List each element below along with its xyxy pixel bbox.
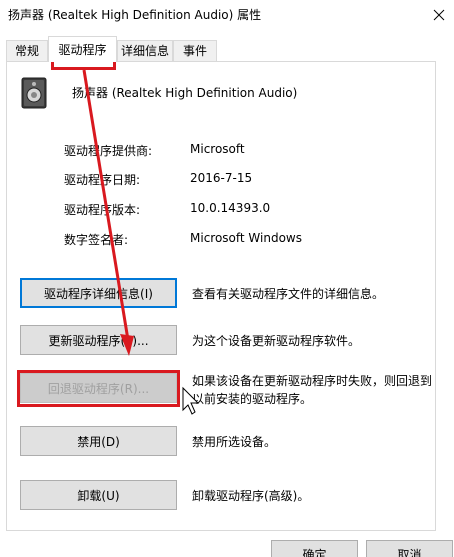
cancel-button[interactable]: 取消 [366,540,453,557]
window-title: 扬声器 (Realtek High Definition Audio) 属性 [8,8,262,22]
tab-driver[interactable]: 驱动程序 [48,36,117,62]
close-icon [433,9,445,21]
close-button[interactable] [424,0,454,30]
ok-button[interactable]: 确定 [271,540,358,557]
signer-label: 数字签名者: [64,233,129,247]
date-value: 2016-7-15 [190,171,253,185]
speaker-icon [20,77,48,109]
provider-value: Microsoft [190,142,245,156]
signer-value: Microsoft Windows [190,231,302,245]
uninstall-driver-desc: 卸载驱动程序(高级)。 [192,489,310,503]
driver-details-desc: 查看有关驱动程序文件的详细信息。 [192,287,385,301]
title-bar: 扬声器 (Realtek High Definition Audio) 属性 [0,0,454,30]
uninstall-driver-button[interactable]: 卸载(U) [20,480,177,510]
device-name: 扬声器 (Realtek High Definition Audio) [72,86,298,100]
tab-bar: 常规 驱动程序 详细信息 事件 [0,36,454,62]
disable-device-desc: 禁用所选设备。 [192,435,277,449]
version-label: 驱动程序版本: [64,203,141,217]
tab-details[interactable]: 详细信息 [117,40,173,62]
date-label: 驱动程序日期: [64,173,141,187]
provider-label: 驱动程序提供商: [64,144,153,158]
driver-details-button[interactable]: 驱动程序详细信息(I) [20,278,177,308]
tab-general[interactable]: 常规 [6,40,48,62]
version-value: 10.0.14393.0 [190,201,271,215]
tab-events[interactable]: 事件 [173,40,217,62]
rollback-driver-desc: 如果该设备在更新驱动程序时失败，则回退到以前安装的驱动程序。 [192,374,433,406]
update-driver-desc: 为这个设备更新驱动程序软件。 [192,334,361,348]
disable-device-button[interactable]: 禁用(D) [20,426,177,456]
rollback-driver-button[interactable]: 回退驱动程序(R)... [20,373,177,403]
update-driver-button[interactable]: 更新驱动程序(P)... [20,325,177,355]
